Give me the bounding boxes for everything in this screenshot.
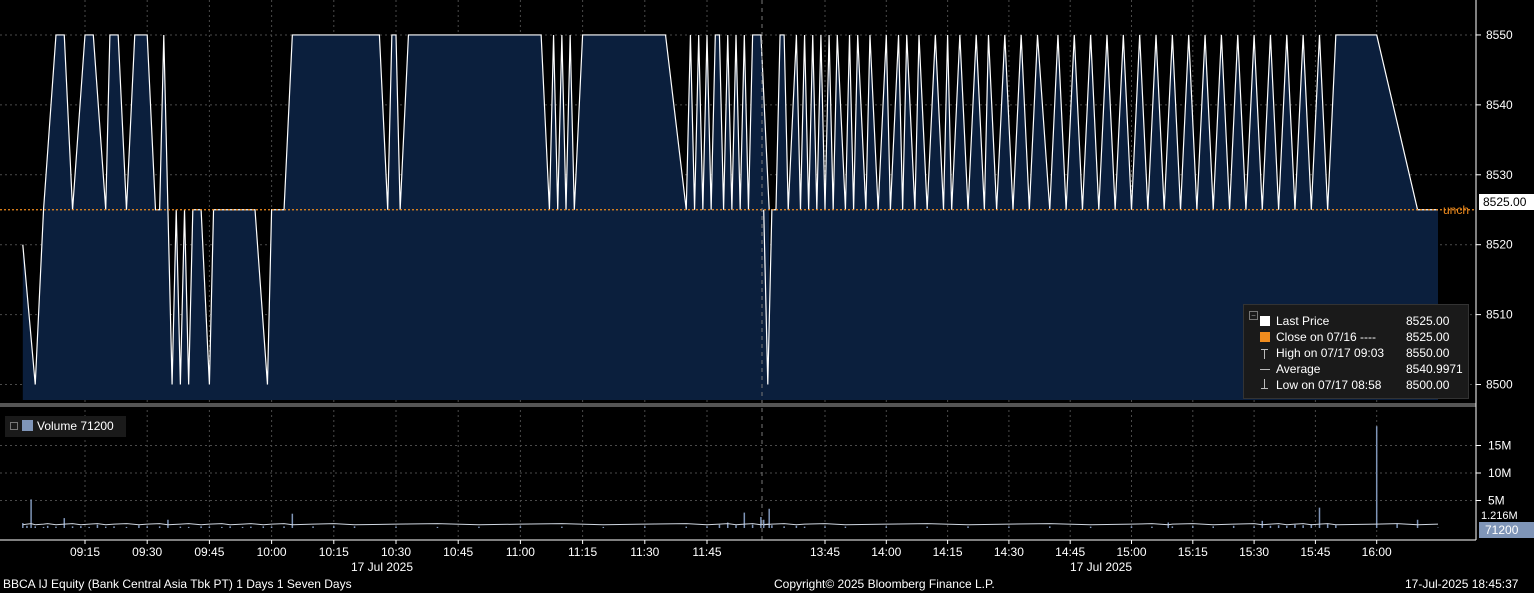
x-tick-label: 10:15	[319, 545, 349, 559]
legend-row-close: Close on 07/16 ---- 8525.00	[1244, 329, 1468, 345]
x-tick-label: 13:45	[810, 545, 840, 559]
x-tick-label: 15:30	[1239, 545, 1269, 559]
y-tick-label: 10M	[1488, 466, 1511, 480]
legend-label: Average	[1276, 362, 1321, 376]
legend-label: Low on 07/17 08:58	[1276, 378, 1382, 392]
legend-row-high: High on 07/17 09:03 8550.00	[1244, 345, 1468, 361]
legend-value: 8550.00	[1406, 346, 1450, 360]
x-tick-label: 14:00	[871, 545, 901, 559]
x-tick-label: 16:00	[1362, 545, 1392, 559]
legend-value: 8525.00	[1406, 330, 1450, 344]
square-icon	[1260, 316, 1270, 326]
x-tick-label: 11:45	[692, 545, 721, 559]
x-tick-label: 09:45	[194, 545, 224, 559]
volume-legend-collapse-icon[interactable]	[10, 422, 18, 430]
x-tick-label: 10:30	[381, 545, 411, 559]
timestamp: 17-Jul-2025 18:45:37	[1405, 577, 1519, 591]
x-tick-label: 11:15	[568, 545, 597, 559]
y-tick-label: 8500	[1486, 378, 1513, 392]
copyright: Copyright© 2025 Bloomberg Finance L.P.	[774, 577, 995, 591]
high-marker-icon	[1261, 349, 1268, 359]
security-description: BBCA IJ Equity (Bank Central Asia Tbk PT…	[3, 577, 352, 591]
x-tick-label: 14:45	[1055, 545, 1085, 559]
x-tick-label: 14:30	[994, 545, 1024, 559]
unch-label: unch	[1443, 203, 1470, 217]
y-tick-label: 8550	[1486, 28, 1513, 42]
legend-value: 8540.9971	[1406, 362, 1463, 376]
x-tick-label: 15:00	[1116, 545, 1146, 559]
date-label: 17 Jul 2025	[351, 560, 413, 574]
date-label: 17 Jul 2025	[1070, 560, 1132, 574]
panel-separator	[0, 403, 1476, 407]
square-icon	[1260, 332, 1270, 342]
y-tick-label: 8530	[1486, 168, 1513, 182]
volume-legend-label: Volume 71200	[37, 419, 114, 433]
legend-label: Close on 07/16 ----	[1276, 330, 1377, 344]
legend-label: High on 07/17 09:03	[1276, 346, 1385, 360]
y-tick-label: 8520	[1486, 238, 1513, 252]
x-tick-label: 11:30	[630, 545, 659, 559]
legend-row-average: Average 8540.9971	[1244, 361, 1468, 377]
price-area	[22, 34, 770, 401]
square-icon	[22, 420, 33, 431]
legend-row-last-price: Last Price 8525.00	[1244, 313, 1468, 329]
low-marker-icon	[1261, 379, 1268, 389]
x-tick-label: 15:15	[1178, 545, 1208, 559]
volume-legend[interactable]: Volume 71200	[5, 416, 126, 437]
legend-value: 8500.00	[1406, 378, 1450, 392]
y-tick-label: 8510	[1486, 308, 1513, 322]
volume-average-tag: 1.216M	[1481, 510, 1518, 522]
x-tick-label: 11:00	[506, 545, 535, 559]
x-tick-label: 15:45	[1300, 545, 1330, 559]
x-tick-label: 09:15	[70, 545, 100, 559]
average-marker-icon	[1260, 364, 1270, 374]
legend-label: Last Price	[1276, 314, 1330, 328]
legend-value: 8525.00	[1406, 314, 1450, 328]
last-price-tag: 8525.00	[1479, 194, 1534, 210]
x-tick-label: 14:15	[933, 545, 963, 559]
y-tick-label: 5M	[1488, 494, 1505, 508]
last-volume-tag: 71200	[1479, 522, 1534, 538]
x-tick-label: 10:00	[257, 545, 287, 559]
x-tick-label: 10:45	[443, 545, 473, 559]
bloomberg-intraday-chart: 8500 8510 8520 8530 8540 8550 5M 10M 15M 09:15 09:…	[0, 0, 1534, 593]
y-tick-label: 15M	[1488, 439, 1511, 453]
price-legend[interactable]: − Last Price 8525.00 Close on 07/16 ----…	[1243, 304, 1469, 399]
y-tick-label: 8540	[1486, 98, 1513, 112]
x-tick-label: 09:30	[132, 545, 162, 559]
legend-row-low: Low on 07/17 08:58 8500.00	[1244, 377, 1468, 393]
